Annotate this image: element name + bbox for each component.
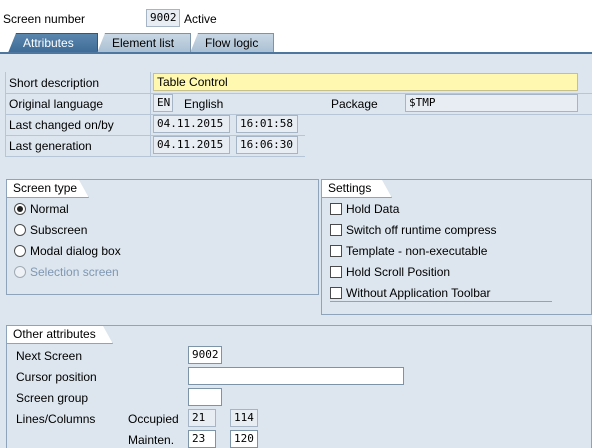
checkbox-hold-data-label[interactable]: Hold Data	[346, 201, 399, 217]
settings-title: Settings	[322, 180, 392, 198]
checkbox-switch-off-compress-label[interactable]: Switch off runtime compress	[346, 222, 497, 238]
radio-modal-dialog[interactable]	[14, 245, 26, 257]
checkbox-template[interactable]	[330, 245, 342, 257]
lines-columns-label: Lines/Columns	[16, 412, 96, 426]
short-description-label: Short description	[9, 76, 100, 90]
radio-subscreen-label[interactable]: Subscreen	[30, 222, 87, 238]
tab-attributes[interactable]: Attributes	[8, 33, 98, 53]
checkbox-switch-off-compress[interactable]	[330, 224, 342, 236]
screen-group-label: Screen group	[16, 391, 89, 405]
radio-selection-screen-label: Selection screen	[30, 265, 119, 279]
mainten-columns-input[interactable]: 120	[230, 430, 258, 448]
column-separator	[5, 72, 6, 157]
last-changed-date: 04.11.2015	[153, 115, 230, 133]
package-field: $TMP	[405, 94, 578, 112]
mainten-label: Mainten.	[128, 433, 175, 447]
settings-divider	[330, 301, 552, 302]
screen-header: Screen number 9002 Active	[0, 0, 592, 36]
next-screen-input[interactable]: 9002	[188, 346, 222, 364]
checkbox-template-label[interactable]: Template - non-executable	[346, 243, 487, 259]
column-separator	[150, 72, 151, 157]
original-language-label: Original language	[9, 97, 104, 111]
radio-normal[interactable]	[14, 203, 26, 215]
checkbox-hold-scroll[interactable]	[330, 266, 342, 278]
last-generation-date: 04.11.2015	[153, 136, 230, 154]
mainten-lines-input[interactable]: 23	[188, 430, 216, 448]
other-attributes-title: Other attributes	[7, 326, 113, 344]
row-separator	[5, 156, 305, 157]
radio-selection-screen	[14, 266, 26, 278]
last-changed-time: 16:01:58	[236, 115, 298, 133]
radio-normal-label[interactable]: Normal	[30, 201, 69, 217]
checkbox-without-toolbar-label[interactable]: Without Application Toolbar	[346, 285, 491, 301]
original-language-name: English	[184, 97, 224, 111]
next-screen-label: Next Screen	[16, 349, 83, 363]
row-separator	[5, 114, 592, 115]
screen-number-field: 9002	[146, 9, 180, 27]
occupied-label: Occupied	[128, 412, 179, 426]
screen-number-label: Screen number	[3, 12, 86, 26]
occupied-lines: 21	[188, 409, 216, 427]
short-description-input[interactable]: Table Control	[153, 73, 578, 91]
tab-element-list[interactable]: Element list	[97, 33, 191, 53]
last-changed-label: Last changed on/by	[9, 118, 114, 132]
last-generation-time: 16:06:30	[236, 136, 298, 154]
checkbox-without-toolbar[interactable]	[330, 287, 342, 299]
screen-type-title: Screen type	[7, 180, 89, 198]
tab-flow-logic[interactable]: Flow logic	[190, 33, 274, 53]
occupied-columns: 114	[230, 409, 258, 427]
radio-modal-dialog-label[interactable]: Modal dialog box	[30, 243, 121, 259]
checkbox-hold-data[interactable]	[330, 203, 342, 215]
screen-group-input[interactable]	[188, 388, 222, 406]
cursor-position-label: Cursor position	[16, 370, 97, 384]
screen-status: Active	[184, 12, 217, 26]
radio-subscreen[interactable]	[14, 224, 26, 236]
original-language-code: EN	[153, 94, 173, 112]
checkbox-hold-scroll-label[interactable]: Hold Scroll Position	[346, 264, 450, 280]
package-label: Package	[331, 97, 378, 111]
cursor-position-input[interactable]	[188, 367, 404, 385]
last-generation-label: Last generation	[9, 139, 92, 153]
